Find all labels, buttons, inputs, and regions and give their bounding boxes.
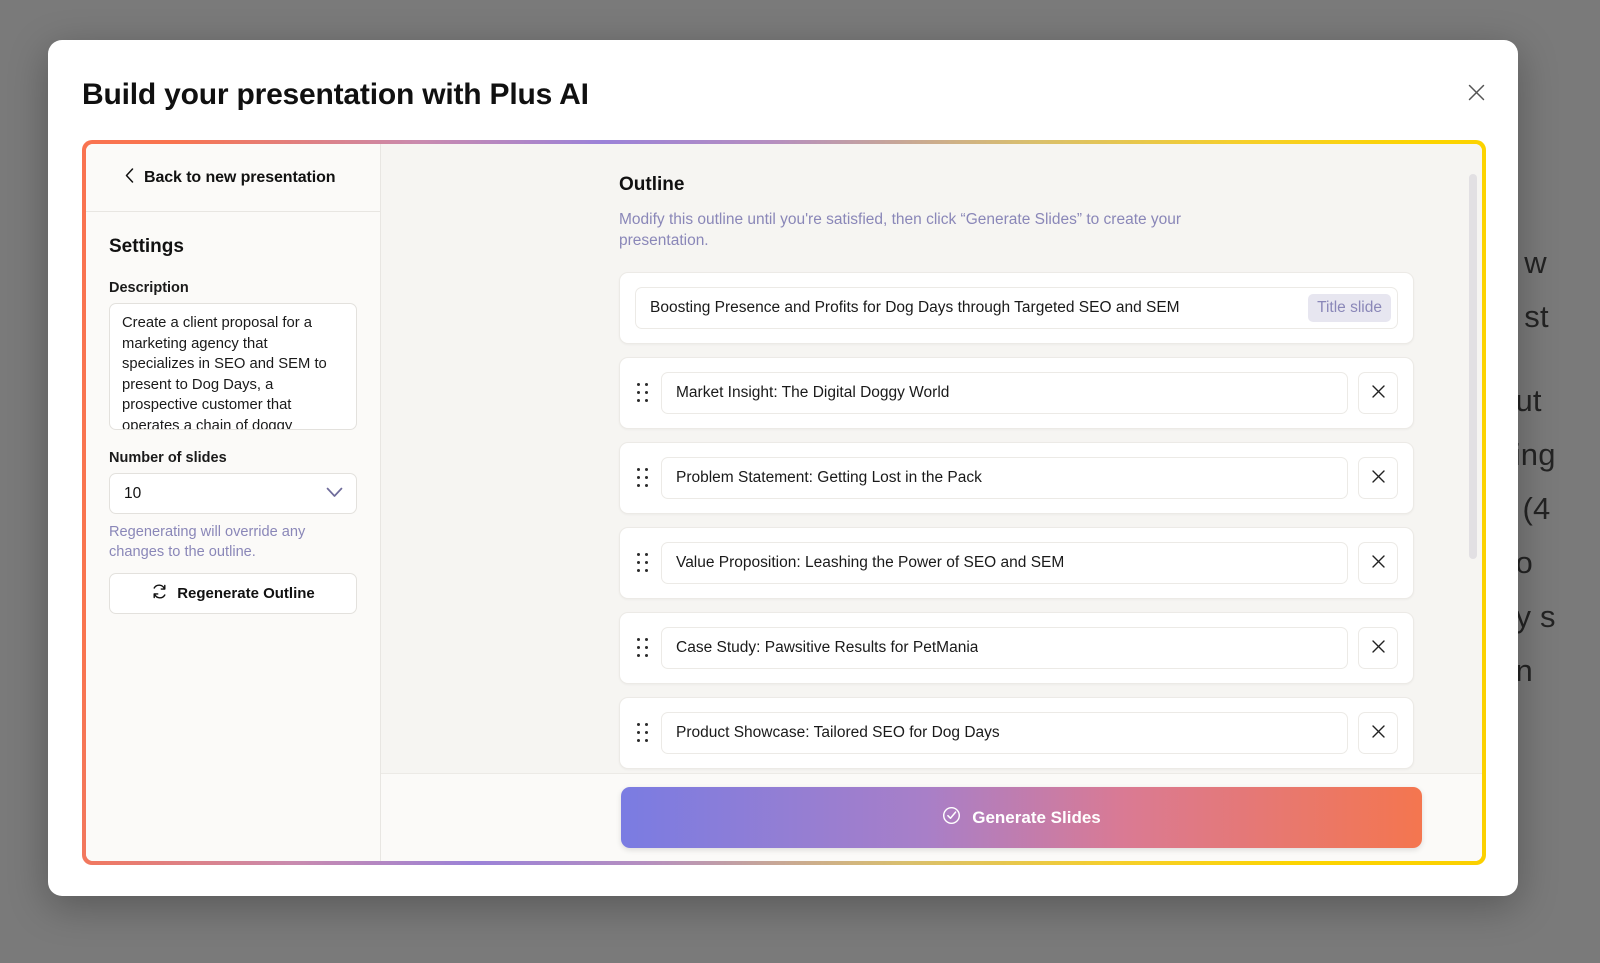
close-icon (1371, 384, 1386, 402)
outline-row: Value Proposition: Leashing the Power of… (619, 527, 1414, 599)
outline-row: Case Study: Pawsitive Results for PetMan… (619, 612, 1414, 684)
drag-handle-icon[interactable] (635, 466, 651, 490)
settings-sidebar: Back to new presentation Settings Descri… (86, 144, 381, 861)
close-icon (1371, 469, 1386, 487)
refresh-icon (151, 583, 168, 604)
outline-item-text: Product Showcase: Tailored SEO for Dog D… (676, 724, 1000, 741)
outline-row: Market Insight: The Digital Doggy World (619, 357, 1414, 429)
delete-outline-item-button[interactable] (1358, 457, 1398, 499)
regenerate-outline-label: Regenerate Outline (177, 585, 315, 602)
outline-item-input[interactable]: Product Showcase: Tailored SEO for Dog D… (661, 712, 1348, 754)
outline-item-text: Case Study: Pawsitive Results for PetMan… (676, 639, 979, 656)
delete-outline-item-button[interactable] (1358, 627, 1398, 669)
outline-footer: Generate Slides (381, 773, 1482, 861)
outline-subtitle: Modify this outline until you're satisfi… (619, 211, 1182, 249)
chevron-down-icon (326, 485, 343, 503)
description-field[interactable] (109, 303, 357, 430)
drag-handle-icon[interactable] (635, 381, 651, 405)
delete-outline-item-button[interactable] (1358, 712, 1398, 754)
description-label: Description (109, 280, 189, 296)
outline-item-text: Problem Statement: Getting Lost in the P… (676, 469, 982, 486)
generate-slides-label: Generate Slides (972, 807, 1101, 827)
chevron-left-icon (125, 167, 134, 188)
regenerate-note: Regenerating will override any changes t… (109, 524, 306, 560)
title-slide-row: Boosting Presence and Profits for Dog Da… (619, 272, 1414, 344)
outline-row: Problem Statement: Getting Lost in the P… (619, 442, 1414, 514)
close-icon[interactable] (1462, 78, 1490, 106)
outline-item-text: Value Proposition: Leashing the Power of… (676, 554, 1065, 571)
delete-outline-item-button[interactable] (1358, 542, 1398, 584)
outline-item-input[interactable]: Value Proposition: Leashing the Power of… (661, 542, 1348, 584)
close-icon (1371, 554, 1386, 572)
outline-panel: Outline Modify this outline until you're… (381, 144, 1482, 861)
outline-row: Product Showcase: Tailored SEO for Dog D… (619, 697, 1414, 769)
close-icon (1371, 639, 1386, 657)
number-of-slides-label: Number of slides (109, 450, 227, 466)
outline-scroll-region: Outline Modify this outline until you're… (381, 144, 1482, 773)
title-slide-input[interactable]: Boosting Presence and Profits for Dog Da… (635, 287, 1398, 329)
title-slide-text: Boosting Presence and Profits for Dog Da… (650, 299, 1180, 316)
drag-handle-icon[interactable] (635, 551, 651, 575)
settings-heading: Settings (109, 236, 184, 257)
title-slide-badge: Title slide (1308, 294, 1391, 322)
delete-outline-item-button[interactable] (1358, 372, 1398, 414)
modal-title: Build your presentation with Plus AI (82, 78, 589, 111)
outline-item-input[interactable]: Market Insight: The Digital Doggy World (661, 372, 1348, 414)
drag-handle-icon[interactable] (635, 721, 651, 745)
number-of-slides-value: 10 (124, 484, 142, 502)
outline-scrollbar-thumb[interactable] (1469, 174, 1477, 559)
back-to-new-presentation-button[interactable]: Back to new presentation (86, 144, 380, 212)
outline-item-input[interactable]: Case Study: Pawsitive Results for PetMan… (661, 627, 1348, 669)
drag-handle-icon[interactable] (635, 636, 651, 660)
regenerate-outline-button[interactable]: Regenerate Outline (109, 573, 357, 614)
back-label: Back to new presentation (144, 168, 336, 186)
gradient-highlight-frame: Back to new presentation Settings Descri… (82, 140, 1486, 865)
check-circle-icon (942, 806, 961, 830)
outline-item-input[interactable]: Problem Statement: Getting Lost in the P… (661, 457, 1348, 499)
close-icon (1371, 724, 1386, 742)
number-of-slides-select[interactable]: 10 (109, 473, 357, 514)
outline-heading: Outline (619, 174, 685, 195)
generate-slides-button[interactable]: Generate Slides (621, 787, 1422, 848)
outline-item-text: Market Insight: The Digital Doggy World (676, 384, 950, 401)
build-presentation-modal: Build your presentation with Plus AI Bac… (48, 40, 1518, 896)
